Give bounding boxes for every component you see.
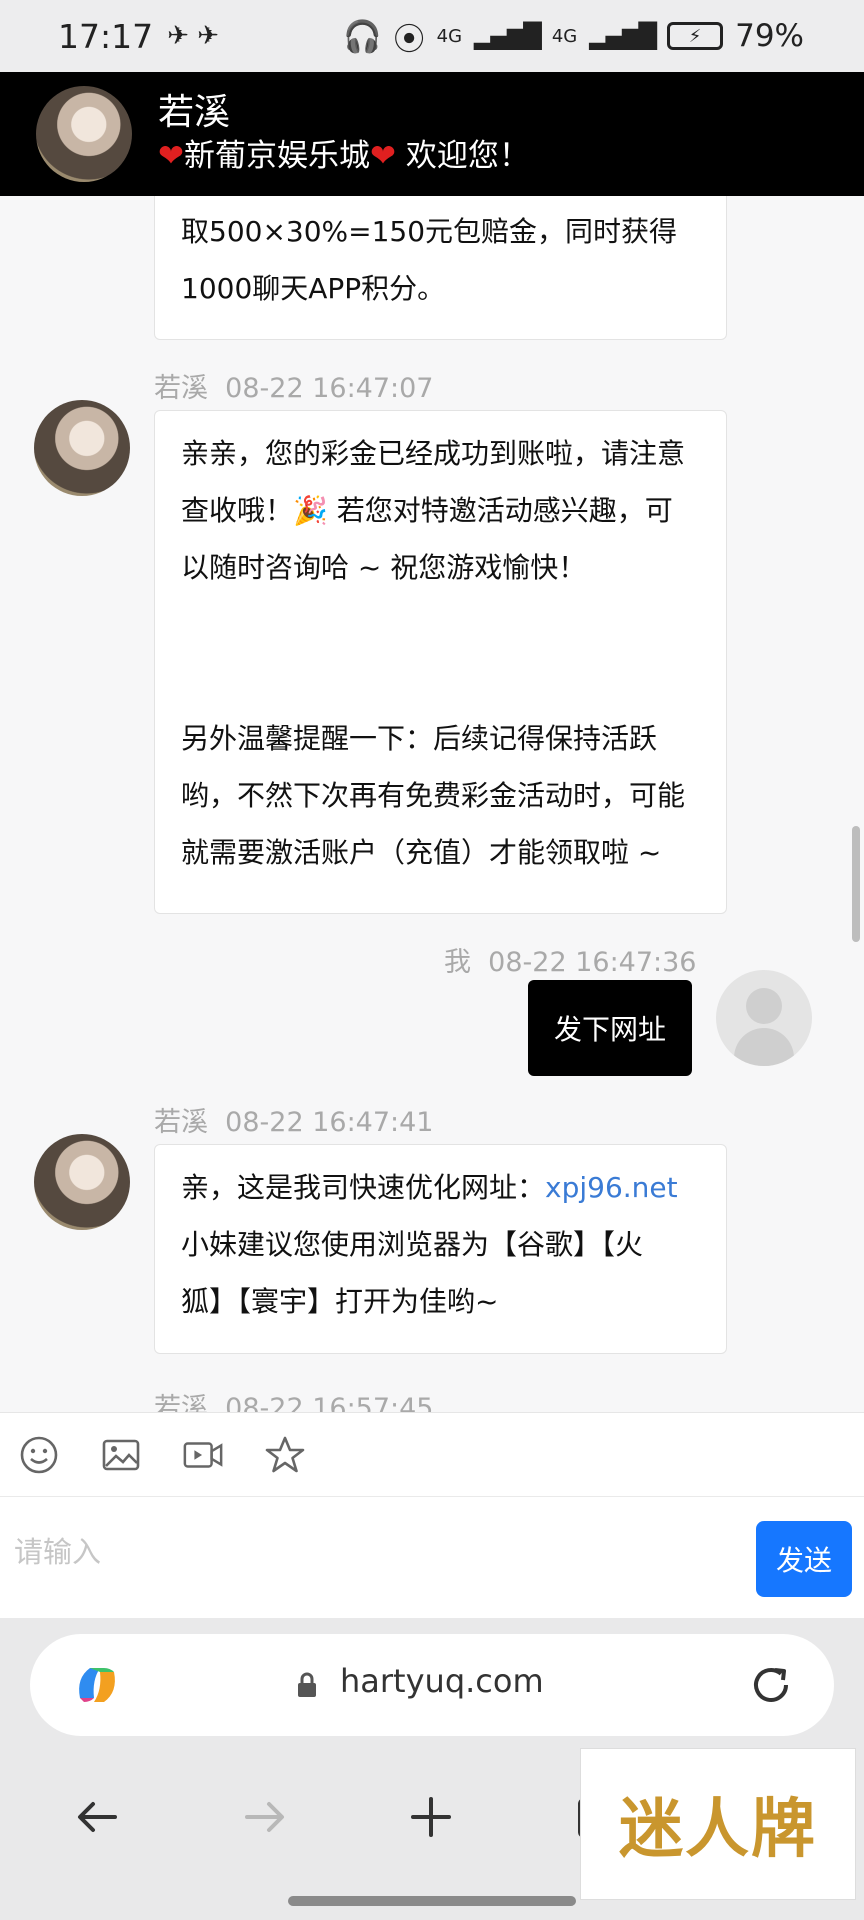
message-time: 08-22 16:57:45	[225, 1393, 434, 1412]
forward-arrow-icon[interactable]	[230, 1782, 300, 1852]
url-text[interactable]: hartyuq.com	[340, 1662, 544, 1700]
contact-name: 若溪	[158, 92, 231, 133]
message-line: 查收哦！🎉 若您对特邀活动感兴趣，可	[181, 494, 673, 527]
message-list[interactable]: 取500×30%=150元包赔金，同时获得 1000聊天APP积分。 若溪 08…	[0, 196, 864, 1412]
heart-icon-2: ❤	[369, 138, 396, 174]
battery-percent: 79%	[735, 18, 804, 54]
sender-name: 若溪	[154, 373, 208, 404]
watermark-logo: 迷人牌	[580, 1748, 856, 1900]
my-message-bubble: 发下网址	[528, 980, 692, 1076]
reload-icon[interactable]	[744, 1658, 798, 1712]
status-time: 17:17	[58, 16, 154, 56]
copilot-icon[interactable]	[70, 1658, 124, 1712]
url-field[interactable]: hartyuq.com	[30, 1634, 834, 1736]
watermark-text: 迷人牌	[619, 1792, 817, 1867]
network-label-2: 4G	[551, 25, 578, 47]
contact-subtitle: ❤新葡京娱乐城❤ 欢迎您！	[158, 135, 530, 177]
emoji-icon[interactable]	[18, 1434, 60, 1476]
sender-avatar[interactable]	[34, 400, 130, 496]
message-bubble: 取500×30%=150元包赔金，同时获得 1000聊天APP积分。	[154, 196, 727, 340]
message-line: 1000聊天APP积分。	[181, 272, 446, 305]
user-avatar[interactable]	[716, 970, 812, 1066]
new-tab-plus-icon[interactable]	[396, 1782, 466, 1852]
back-arrow-icon[interactable]	[62, 1782, 132, 1852]
message-time: 08-22 16:47:41	[225, 1107, 434, 1138]
battery-icon: ⚡	[667, 22, 724, 50]
scrollbar[interactable]	[852, 826, 860, 942]
video-icon[interactable]	[182, 1434, 224, 1476]
message-input[interactable]	[14, 1517, 734, 1587]
message-line: 以随时咨询哈 ~ 祝您游戏愉快！	[181, 551, 587, 584]
message-meta: 若溪 08-22 16:57:45	[154, 1386, 433, 1412]
lock-icon	[296, 1672, 318, 1702]
message-bubble: 亲亲，您的彩金已经成功到账啦，请注意 查收哦！🎉 若您对特邀活动感兴趣，可 以随…	[154, 410, 727, 914]
image-icon[interactable]	[100, 1434, 142, 1476]
message-line: 狐】【寰宇】打开为佳哟~	[181, 1285, 499, 1318]
contact-avatar[interactable]	[36, 86, 132, 182]
message-meta: 若溪 08-22 16:47:07	[154, 366, 433, 405]
location-icon: ⦿	[393, 21, 425, 58]
subtitle-text: 新葡京娱乐城	[183, 138, 370, 174]
home-indicator[interactable]	[288, 1896, 576, 1906]
message-text: 亲，这是我司快速优化网址：	[181, 1171, 546, 1204]
sender-name: 若溪	[154, 1393, 208, 1412]
message-meta: 我 08-22 16:47:36	[444, 940, 696, 979]
message-text: 发下网址	[553, 1013, 666, 1046]
network-label-1: 4G	[436, 25, 463, 47]
message-line: 另外温馨提醒一下：后续记得保持活跃	[181, 722, 658, 755]
sender-name: 若溪	[154, 1107, 208, 1138]
message-line: 就需要激活账户（充值）才能领取啦 ~	[181, 836, 662, 869]
headphones-icon: 🎧	[343, 18, 382, 55]
message-line: 取500×30%=150元包赔金，同时获得	[181, 215, 678, 248]
send-button[interactable]: 发送	[756, 1521, 852, 1597]
signal-icon: ▂▄▆█	[474, 22, 542, 50]
chat-header: 若溪 ❤新葡京娱乐城❤ 欢迎您！	[0, 72, 864, 196]
airplane-icon: ✈ ✈	[167, 21, 219, 51]
message-line: 哟，不然下次再有免费彩金活动时，可能	[181, 779, 686, 812]
heart-icon: ❤	[158, 138, 184, 174]
sender-name: 我	[444, 947, 471, 978]
status-bar: 17:17 ✈ ✈ 🎧 ⦿ 4G ▂▄▆█ 4G ▂▄▆█ ⚡ 79%	[0, 0, 864, 72]
subtitle-welcome: 欢迎您！	[395, 138, 530, 174]
message-time: 08-22 16:47:07	[225, 373, 434, 404]
message-time: 08-22 16:47:36	[488, 947, 697, 978]
message-line: 亲，这是我司快速优化网址：xpj96.net	[181, 1159, 700, 1216]
message-line: 亲亲，您的彩金已经成功到账啦，请注意	[181, 437, 686, 470]
message-bubble: 亲，这是我司快速优化网址：xpj96.net 小妹建议您使用浏览器为【谷歌】【火…	[154, 1144, 727, 1354]
sender-avatar[interactable]	[34, 1134, 130, 1230]
message-meta: 若溪 08-22 16:47:41	[154, 1100, 433, 1139]
browser-address-bar: hartyuq.com	[0, 1618, 864, 1742]
message-line: 小妹建议您使用浏览器为【谷歌】【火	[181, 1228, 644, 1261]
url-link[interactable]: xpj96.net	[545, 1171, 678, 1204]
input-row: 发送	[0, 1496, 864, 1618]
star-icon[interactable]	[264, 1434, 306, 1476]
signal-icon-2: ▂▄▆█	[589, 22, 657, 50]
input-toolbar	[0, 1412, 864, 1496]
